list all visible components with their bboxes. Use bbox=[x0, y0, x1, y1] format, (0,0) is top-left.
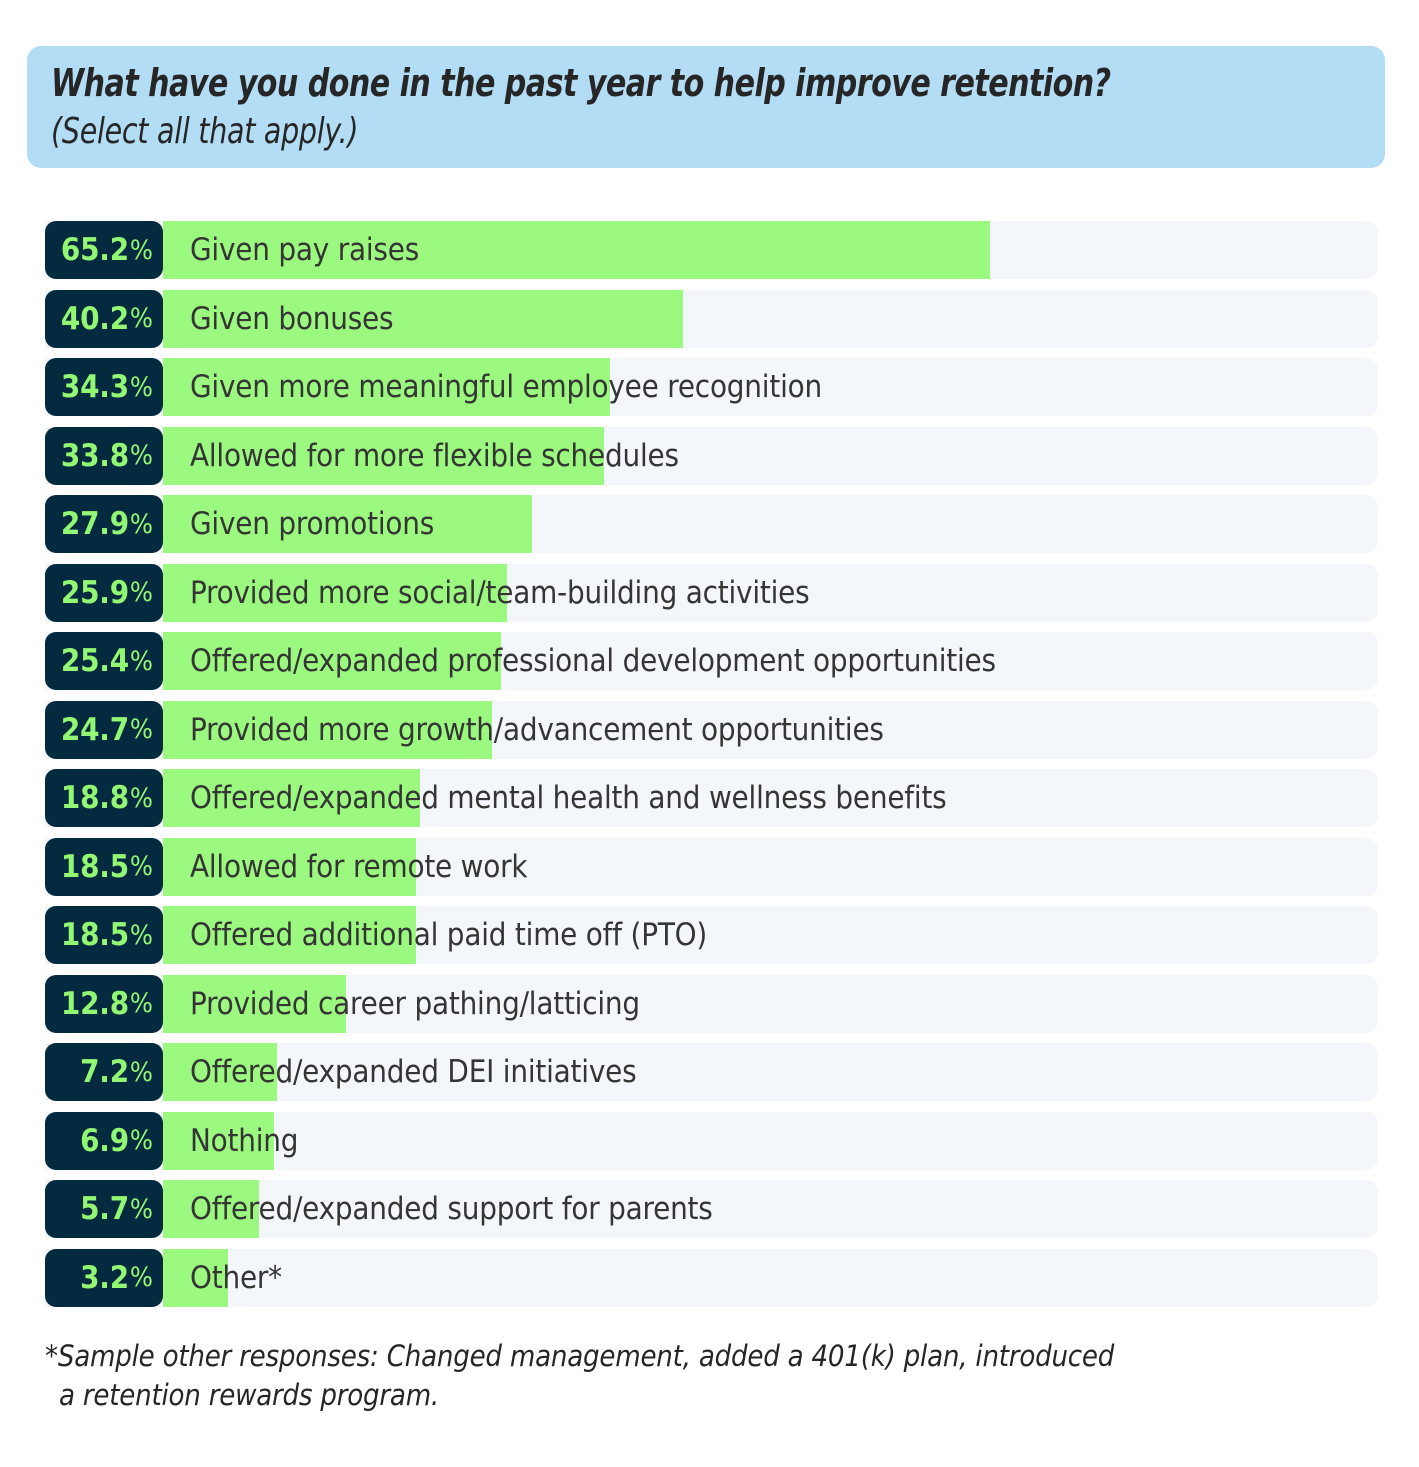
category-label: Given more meaningful employee recogniti… bbox=[190, 369, 822, 405]
percent-sign: % bbox=[129, 371, 153, 403]
category-label: Provided career pathing/latticing bbox=[190, 985, 640, 1022]
percent-sign: % bbox=[129, 1193, 153, 1225]
chart-row: 27.9% Given promotions bbox=[45, 495, 1378, 553]
bar-chart: 65.2% Given pay raises 40.2% Given bonuses 3… bbox=[45, 221, 1378, 1317]
footnote: *Sample other responses: Changed managem… bbox=[45, 1337, 1245, 1414]
chart-row: 18.5% Offered additional paid time off (P… bbox=[45, 906, 1378, 964]
percent-sign: % bbox=[129, 714, 153, 745]
percent-sign: % bbox=[129, 577, 153, 608]
chart-row: 3.2% Other* bbox=[45, 1248, 1378, 1307]
value-number: 40.2 bbox=[60, 300, 129, 337]
category-label: Nothing bbox=[190, 1122, 299, 1159]
value-number: 18.5 bbox=[60, 917, 129, 953]
value-number: 27.9 bbox=[60, 506, 129, 542]
chart-row: 18.5% Allowed for remote work bbox=[45, 837, 1378, 896]
value-badge: 6.9% bbox=[45, 1111, 163, 1170]
value-badge: 3.2% bbox=[45, 1248, 163, 1307]
chart-row: 65.2% Given pay raises bbox=[45, 221, 1378, 279]
value-badge: 24.7% bbox=[45, 700, 163, 759]
value-badge: 25.9% bbox=[45, 563, 163, 622]
category-label: Provided more social/team-building activ… bbox=[190, 574, 810, 611]
chart-row: 18.8% Offered/expanded mental health and … bbox=[45, 769, 1378, 827]
chart-row: 40.2% Given bonuses bbox=[45, 289, 1378, 348]
category-label: Provided more growth/advancement opportu… bbox=[190, 711, 884, 748]
value-badge: 18.8% bbox=[45, 769, 163, 827]
chart-row: 6.9% Nothing bbox=[45, 1111, 1378, 1170]
chart-row: 34.3% Given more meaningful employee reco… bbox=[45, 358, 1378, 416]
value-number: 34.3 bbox=[60, 369, 129, 405]
percent-sign: % bbox=[129, 1056, 153, 1088]
percent-sign: % bbox=[129, 1262, 153, 1293]
value-number: 5.7 bbox=[80, 1191, 129, 1227]
value-badge: 40.2% bbox=[45, 289, 163, 348]
chart-row: 25.9% Provided more social/team-building … bbox=[45, 563, 1378, 622]
value-number: 25.4 bbox=[60, 643, 129, 679]
category-label: Given pay raises bbox=[190, 232, 420, 268]
percent-sign: % bbox=[129, 508, 153, 540]
footnote-line-2: a retention rewards program. bbox=[59, 1377, 440, 1412]
chart-row: 33.8% Allowed for more flexible schedules bbox=[45, 426, 1378, 485]
category-label: Offered/expanded support for parents bbox=[190, 1191, 713, 1227]
survey-chart-card: What have you done in the past year to h… bbox=[0, 0, 1419, 1467]
value-number: 18.5 bbox=[60, 848, 129, 885]
value-number: 3.2 bbox=[80, 1259, 129, 1296]
value-number: 24.7 bbox=[60, 711, 129, 748]
percent-sign: % bbox=[129, 234, 153, 266]
chart-row: 25.4% Offered/expanded professional devel… bbox=[45, 632, 1378, 690]
chart-row: 12.8% Provided career pathing/latticing bbox=[45, 974, 1378, 1033]
value-number: 25.9 bbox=[60, 574, 129, 611]
value-badge: 5.7% bbox=[45, 1180, 163, 1238]
category-label: Given bonuses bbox=[190, 300, 394, 337]
value-badge: 18.5% bbox=[45, 906, 163, 964]
percent-sign: % bbox=[129, 645, 153, 677]
category-label: Given promotions bbox=[190, 506, 435, 542]
value-badge: 18.5% bbox=[45, 837, 163, 896]
value-number: 33.8 bbox=[60, 437, 129, 474]
page-title: What have you done in the past year to h… bbox=[51, 61, 1111, 105]
footnote-line-1: *Sample other responses: Changed managem… bbox=[45, 1339, 1115, 1373]
chart-row: 24.7% Provided more growth/advancement op… bbox=[45, 700, 1378, 759]
page-subtitle: (Select all that apply.) bbox=[51, 110, 359, 152]
category-label: Other* bbox=[190, 1259, 282, 1296]
value-number: 12.8 bbox=[60, 985, 129, 1022]
value-badge: 25.4% bbox=[45, 632, 163, 690]
percent-sign: % bbox=[129, 919, 153, 951]
value-number: 18.8 bbox=[60, 780, 129, 816]
percent-sign: % bbox=[129, 782, 153, 814]
category-label: Offered/expanded professional developmen… bbox=[190, 643, 996, 679]
value-number: 7.2 bbox=[80, 1054, 129, 1090]
value-badge: 34.3% bbox=[45, 358, 163, 416]
value-badge: 7.2% bbox=[45, 1043, 163, 1101]
percent-sign: % bbox=[129, 440, 153, 471]
category-label: Allowed for more flexible schedules bbox=[190, 437, 679, 474]
percent-sign: % bbox=[129, 1125, 153, 1156]
category-label: Offered additional paid time off (PTO) bbox=[190, 917, 708, 953]
value-number: 6.9 bbox=[80, 1122, 129, 1159]
category-label: Offered/expanded DEI initiatives bbox=[190, 1054, 637, 1090]
percent-sign: % bbox=[129, 851, 153, 882]
value-badge: 33.8% bbox=[45, 426, 163, 485]
percent-sign: % bbox=[129, 988, 153, 1019]
chart-row: 5.7% Offered/expanded support for parents bbox=[45, 1180, 1378, 1238]
chart-row: 7.2% Offered/expanded DEI initiatives bbox=[45, 1043, 1378, 1101]
value-badge: 27.9% bbox=[45, 495, 163, 553]
value-badge: 12.8% bbox=[45, 974, 163, 1033]
chart-header: What have you done in the past year to h… bbox=[27, 46, 1385, 168]
value-number: 65.2 bbox=[60, 232, 129, 268]
percent-sign: % bbox=[129, 303, 153, 334]
category-label: Offered/expanded mental health and welln… bbox=[190, 780, 947, 816]
category-label: Allowed for remote work bbox=[190, 848, 528, 885]
value-badge: 65.2% bbox=[45, 221, 163, 279]
